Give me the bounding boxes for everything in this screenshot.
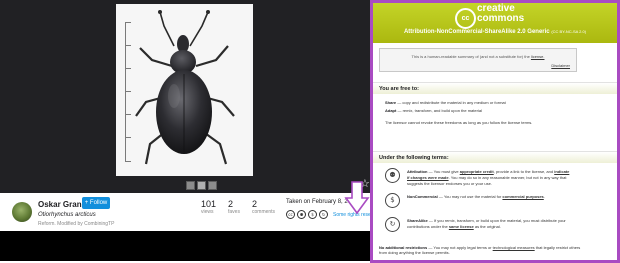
sharealike-icon: ↻ — [385, 217, 400, 232]
cc-logo-icon: cc — [455, 8, 476, 29]
license-code: (CC BY-NC-SA 2.0) — [551, 29, 587, 34]
sharealike-body-2: contributions under the — [407, 224, 448, 229]
image-thumb[interactable] — [208, 181, 217, 190]
faves-count: 2 — [228, 199, 234, 209]
attribution-text: Attribution — You must give appropriate … — [407, 169, 569, 187]
share-text: — copy and redistribute the material in … — [397, 100, 506, 105]
restrictions-body-3: from doing anything the license permits. — [379, 250, 450, 255]
license-link[interactable]: license. — [531, 54, 545, 59]
avatar[interactable] — [12, 202, 32, 222]
license-title: Attribution-NonCommercial-ShareAlike 2.0… — [373, 29, 617, 35]
adapt-line: Adapt — remix, transform, and build upon… — [385, 108, 482, 113]
license-popup: cc creative commons Attribution-NonComme… — [370, 0, 620, 263]
image-thumb[interactable] — [197, 181, 206, 190]
attribution-body-4: suggests the licensor endorses you or yo… — [407, 181, 492, 186]
commercial-purposes-link[interactable]: commercial purposes — [502, 194, 543, 199]
summary-body: This is a human-readable summary of (and… — [411, 54, 530, 59]
disclaimer-link[interactable]: Disclaimer — [551, 63, 570, 68]
photo-title: Otiorhynchus arcticus — [38, 212, 96, 218]
technological-measures-link[interactable]: technological measures — [493, 245, 535, 250]
creative-commons-brand: creative commons — [477, 4, 524, 24]
footer-bar — [0, 231, 370, 261]
sharealike-icon: ↻ — [319, 210, 328, 219]
sharealike-label: ShareAlike — [407, 218, 428, 223]
adapt-term: Adapt — [385, 108, 397, 113]
follow-button[interactable]: + Follow — [82, 197, 110, 209]
cc-icon: cc — [286, 210, 295, 219]
restrictions-text: No additional restrictions — You may not… — [379, 245, 580, 255]
views-stat: 101 views — [201, 199, 216, 215]
brand-bottom: commons — [477, 13, 525, 24]
faves-stat: 2 faves — [228, 199, 240, 215]
sharealike-body-1: — If you remix, transform, or build upon… — [428, 218, 566, 223]
attribution-body-1: — You must give — [428, 169, 459, 174]
noncommercial-icon: $ — [308, 210, 317, 219]
indicate-link[interactable]: indicate — [554, 169, 569, 174]
beetle-image — [135, 10, 235, 165]
noncommercial-body: — You may not use the material for — [438, 194, 502, 199]
summary-box: This is a human-readable summary of (and… — [379, 48, 577, 72]
terms-heading: Under the following terms: — [373, 151, 617, 163]
faves-label: faves — [228, 209, 240, 215]
summary-text: This is a human-readable summary of (and… — [380, 54, 576, 59]
same-license-link[interactable]: same license — [449, 224, 474, 229]
image-thumbnails — [186, 181, 217, 190]
noncommercial-label: NonCommercial — [407, 194, 438, 199]
pointer-arrow-icon — [344, 181, 370, 215]
comments-label: comments — [252, 209, 276, 215]
comments-stat: 2 comments — [252, 199, 275, 215]
attribution-body-3: . You may do so in any reasonable manner… — [448, 175, 567, 180]
restrictions-body-2: that legally restrict others — [535, 245, 581, 250]
attribution-body-2: , provide a link to the license, and — [493, 169, 554, 174]
revoke-line: The licensor cannot revoke these freedom… — [385, 120, 533, 125]
image-thumb[interactable] — [186, 181, 195, 190]
views-label: views — [201, 209, 214, 215]
attribution-icon: ⚉ — [297, 210, 306, 219]
share-term: Share — [385, 100, 397, 105]
author-name[interactable]: Oskar Gran — [38, 200, 82, 209]
free-heading: You are free to: — [373, 82, 617, 94]
changes-link[interactable]: if changes were made — [407, 175, 449, 180]
photo-viewer: ☆ — [0, 0, 370, 193]
noncommercial-icon: $ — [385, 193, 400, 208]
share-line: Share — copy and redistribute the materi… — [385, 100, 506, 105]
sharealike-body-3: as the original. — [474, 224, 501, 229]
sharealike-text: ShareAlike — If you remix, transform, or… — [407, 218, 566, 230]
comments-count: 2 — [252, 199, 258, 209]
license-header: cc creative commons Attribution-NonComme… — [373, 3, 617, 43]
attribution-label: Attribution — [407, 169, 428, 174]
noncommercial-text: NonCommercial — You may not use the mate… — [407, 194, 545, 199]
beetle-photo[interactable] — [116, 4, 253, 176]
views-count: 101 — [201, 199, 217, 209]
appropriate-credit-link[interactable]: appropriate credit — [460, 169, 494, 174]
adapt-text: — remix, transform, and build upon the m… — [397, 108, 482, 113]
photo-info-bar: Oskar Gran + Follow Otiorhynchus arcticu… — [0, 193, 381, 231]
attribution-icon: ⚉ — [385, 168, 400, 183]
photo-credit: Reform. Modified by CombiningTP — [38, 221, 115, 227]
license-title-text: Attribution-NonCommercial-ShareAlike 2.0… — [403, 29, 550, 35]
